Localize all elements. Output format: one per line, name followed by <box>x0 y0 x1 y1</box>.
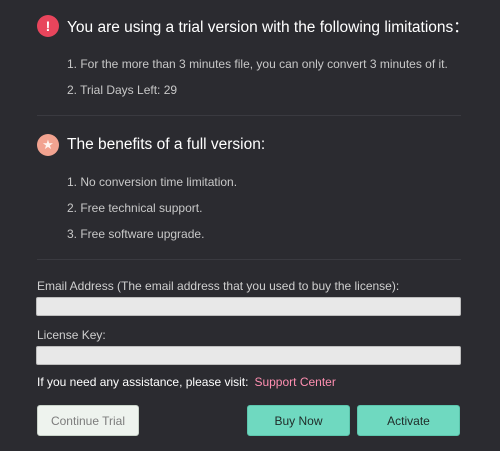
exclamation-icon: ! <box>37 15 59 37</box>
license-label: License Key: <box>37 328 106 342</box>
benefit-item: 1. No conversion time limitation. <box>67 175 238 189</box>
divider <box>37 259 461 260</box>
star-icon: ★ <box>37 134 59 156</box>
continue-trial-button[interactable]: Continue Trial <box>37 405 139 436</box>
benefit-item: 3. Free software upgrade. <box>67 227 205 241</box>
activate-button[interactable]: Activate <box>357 405 460 436</box>
buy-now-button[interactable]: Buy Now <box>247 405 350 436</box>
trial-dialog: ! You are using a trial version with the… <box>0 0 500 451</box>
divider <box>37 115 461 116</box>
benefit-item: 2. Free technical support. <box>67 201 203 215</box>
support-center-link[interactable]: Support Center <box>254 375 335 389</box>
assistance-line: If you need any assistance, please visit… <box>37 375 336 389</box>
limitation-item: 1. For the more than 3 minutes file, you… <box>67 57 448 71</box>
limitations-header: ! You are using a trial version with the… <box>37 15 469 37</box>
limitations-title: You are using a trial version with the f… <box>67 19 469 36</box>
license-key-field[interactable] <box>36 346 461 365</box>
benefits-header: ★ The benefits of a full version: <box>37 134 265 156</box>
limitation-item: 2. Trial Days Left: 29 <box>67 83 178 97</box>
email-label: Email Address (The email address that yo… <box>37 279 400 293</box>
email-field[interactable] <box>36 297 461 316</box>
benefits-title: The benefits of a full version: <box>67 136 266 153</box>
assistance-text: If you need any assistance, please visit… <box>37 375 249 389</box>
